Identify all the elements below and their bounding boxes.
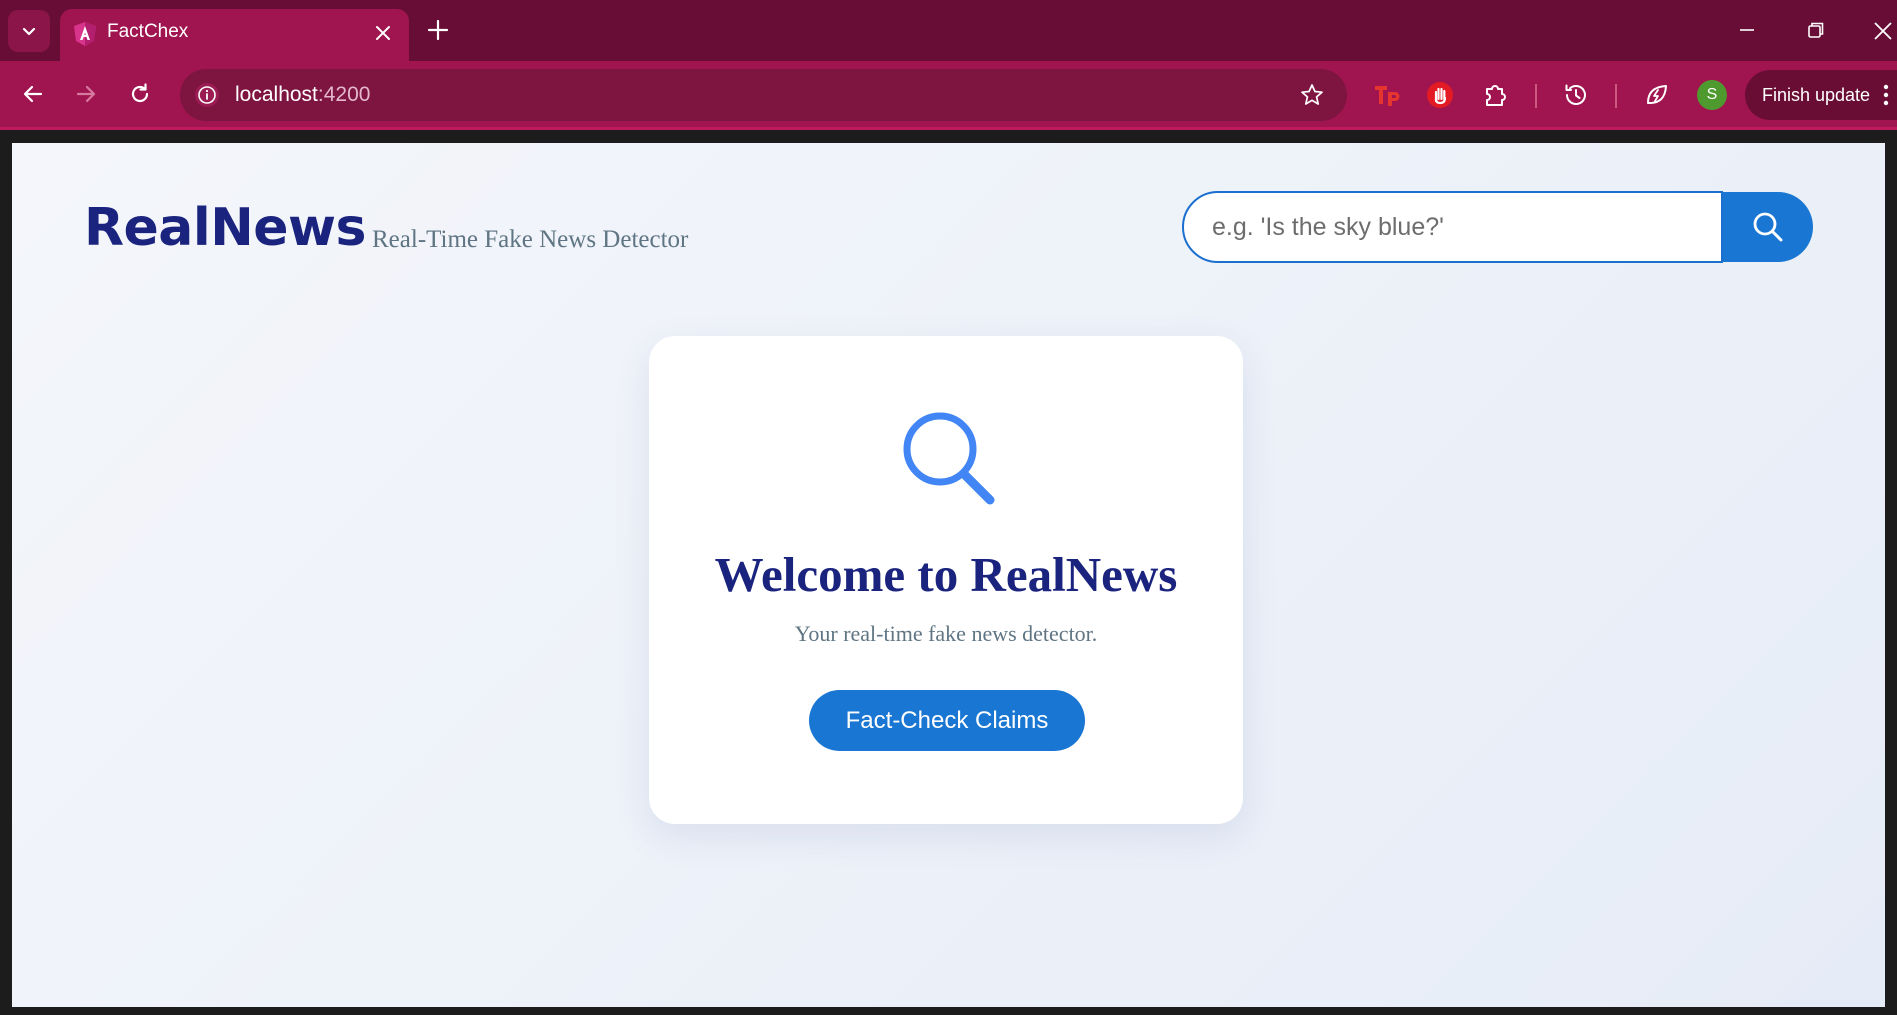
magnifier-icon	[903, 412, 995, 505]
restore-window-icon[interactable]	[1804, 18, 1828, 42]
history-button[interactable]	[1561, 80, 1591, 110]
address-bar[interactable]: localhost:4200	[180, 69, 1347, 121]
page-viewport: RealNews Real-Time Fake News Detector We…	[12, 143, 1885, 1007]
window-close-icon[interactable]	[1870, 18, 1896, 44]
tp-logo-icon	[1375, 86, 1400, 106]
claim-search-form	[1182, 191, 1813, 263]
minimize-icon[interactable]	[1735, 18, 1759, 42]
new-tab-plus-icon[interactable]	[425, 17, 451, 43]
welcome-card: Welcome to RealNews Your real-time fake …	[649, 336, 1243, 824]
search-submit-button[interactable]	[1723, 192, 1813, 262]
performance-button[interactable]	[1642, 80, 1672, 110]
history-clock-icon	[1565, 84, 1586, 105]
site-tagline: Real-Time Fake News Detector	[372, 226, 689, 253]
site-info-icon[interactable]	[194, 82, 220, 108]
profile-avatar[interactable]: S	[1697, 80, 1727, 110]
bookmark-star-icon[interactable]	[1299, 82, 1325, 108]
claim-search-input[interactable]	[1182, 191, 1723, 263]
url-text: localhost:4200	[235, 83, 370, 107]
finish-update-label: Finish update	[1762, 84, 1871, 105]
toolbar-divider	[1615, 84, 1617, 108]
extensions-button[interactable]	[1481, 80, 1511, 110]
puzzle-piece-icon	[1486, 85, 1506, 106]
arrow-right-icon	[76, 85, 96, 103]
search-icon	[1753, 212, 1783, 242]
browser-toolbar: localhost:4200 S Finish update	[0, 61, 1897, 130]
reload-icon	[131, 83, 149, 103]
toolbar-divider	[1535, 84, 1537, 108]
hand-stop-icon	[1427, 82, 1453, 108]
arrow-left-icon	[23, 85, 43, 103]
forward-button[interactable]	[70, 78, 102, 110]
close-icon[interactable]	[371, 21, 395, 45]
site-header: RealNews Real-Time Fake News Detector	[12, 143, 1885, 303]
url-host: localhost	[235, 83, 318, 106]
reload-button[interactable]	[124, 78, 156, 110]
angular-logo-icon	[74, 22, 96, 46]
fact-check-claims-button[interactable]: Fact-Check Claims	[809, 690, 1085, 751]
leaf-bolt-icon	[1647, 85, 1667, 105]
chevron-down-icon	[22, 27, 36, 36]
finish-update-button[interactable]: Finish update	[1745, 70, 1897, 120]
more-menu-icon[interactable]	[1883, 84, 1889, 106]
tab-title: FactChex	[107, 21, 189, 42]
welcome-title: Welcome to RealNews	[714, 547, 1178, 602]
url-port: :4200	[317, 83, 371, 106]
welcome-subtitle: Your real-time fake news detector.	[794, 621, 1098, 646]
browser-tab-strip: FactChex	[0, 0, 1897, 61]
tp-extension-icon[interactable]	[1372, 80, 1402, 110]
tab-search-button[interactable]	[8, 10, 50, 52]
stop-hand-extension-icon[interactable]	[1425, 80, 1455, 110]
brand-logo[interactable]: RealNews	[84, 198, 367, 258]
browser-tab-active[interactable]: FactChex	[60, 9, 409, 61]
back-button[interactable]	[17, 78, 49, 110]
